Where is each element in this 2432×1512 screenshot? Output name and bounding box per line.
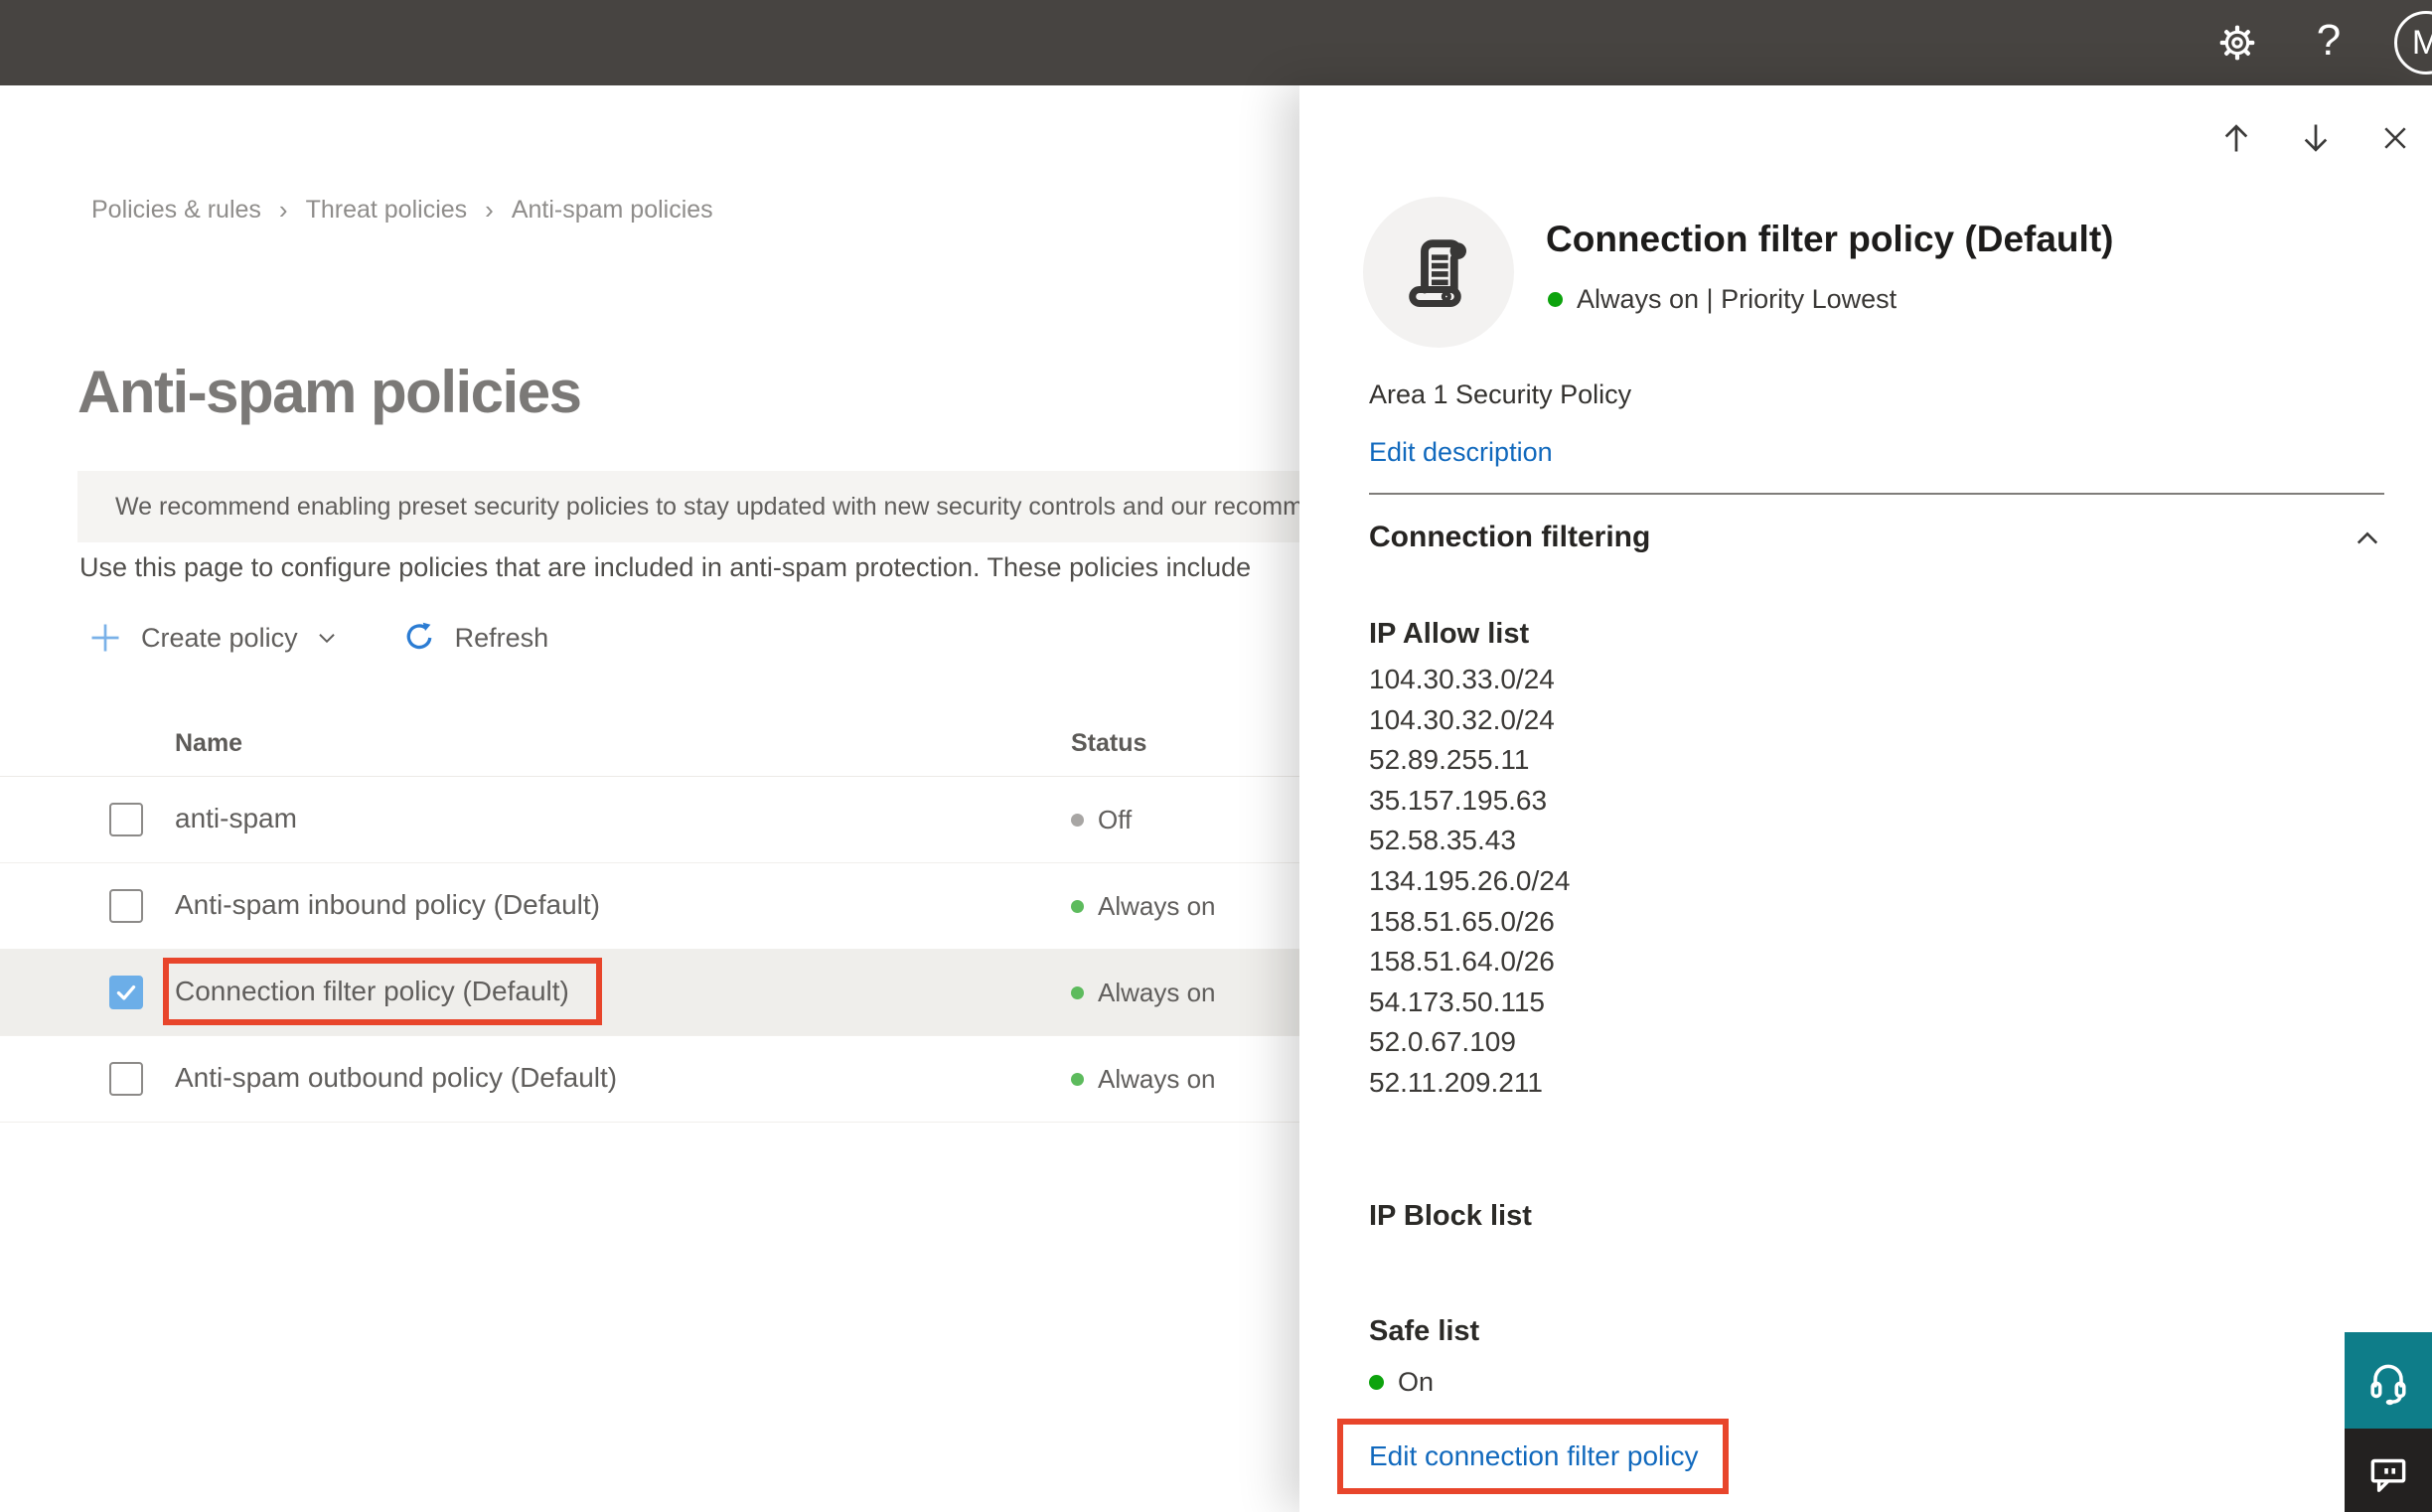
support-button[interactable] xyxy=(2345,1332,2432,1429)
table-row-selected[interactable]: Connection filter policy (Default) Alway… xyxy=(0,950,1299,1036)
ip-entry: 158.51.64.0/26 xyxy=(1369,946,1555,978)
safe-list-status: On xyxy=(1369,1367,1434,1398)
refresh-button[interactable]: Refresh xyxy=(401,620,549,656)
close-panel-button[interactable] xyxy=(2376,119,2414,157)
policy-details-panel: Connection filter policy (Default) Alway… xyxy=(1299,85,2432,1512)
policy-description: Area 1 Security Policy xyxy=(1369,379,1632,409)
toolbar: Create policy Refresh xyxy=(87,608,548,668)
scroll-policy-icon xyxy=(1409,239,1467,307)
gear-icon xyxy=(2219,25,2255,61)
policy-status: Always on xyxy=(1071,891,1216,922)
policy-status: Always on xyxy=(1071,978,1216,1008)
ip-entry: 104.30.33.0/24 xyxy=(1369,664,1555,694)
annotation-highlight-box: Edit connection filter policy xyxy=(1337,1419,1729,1494)
status-label: Always on xyxy=(1098,891,1216,921)
check-icon xyxy=(116,984,136,1000)
row-checkbox[interactable] xyxy=(109,803,143,836)
help-button[interactable]: ? xyxy=(2303,13,2355,69)
status-dot xyxy=(1071,900,1084,913)
policy-name[interactable]: Anti-spam outbound policy (Default) xyxy=(175,1062,617,1094)
ip-allow-list-heading: IP Allow list xyxy=(1369,618,1530,650)
section-title: Connection filtering xyxy=(1369,521,1651,553)
ip-entry: 54.173.50.115 xyxy=(1369,985,1545,1017)
ip-entry: 104.30.32.0/24 xyxy=(1369,703,1555,735)
arrow-up-icon xyxy=(2224,124,2248,152)
create-policy-label: Create policy xyxy=(141,622,298,653)
avatar[interactable]: M xyxy=(2394,11,2432,75)
status-dot xyxy=(1548,292,1563,307)
ip-entry: 35.157.195.63 xyxy=(1369,784,1548,816)
panel-status-line: Always on | Priority Lowest xyxy=(1548,284,1897,315)
plus-icon xyxy=(91,624,119,652)
ip-entry: 52.0.67.109 xyxy=(1369,1026,1516,1058)
close-icon xyxy=(2384,127,2406,149)
column-header-name[interactable]: Name xyxy=(175,729,242,758)
status-label: Always on xyxy=(1098,1064,1216,1094)
status-dot xyxy=(1071,814,1084,827)
chat-bubble-icon xyxy=(2370,1458,2406,1492)
policy-name[interactable]: anti-spam xyxy=(175,803,297,834)
column-header-status[interactable]: Status xyxy=(1071,729,1146,758)
breadcrumb-separator-icon: › xyxy=(485,195,494,225)
connection-filtering-section-header[interactable]: Connection filtering xyxy=(1369,521,2384,564)
next-item-button[interactable] xyxy=(2297,119,2335,157)
panel-controls xyxy=(2217,119,2414,157)
create-policy-button[interactable]: Create policy xyxy=(87,620,340,656)
policy-icon-circle xyxy=(1363,197,1514,348)
screen: ? M Policies & rules › Threat policies ›… xyxy=(0,0,2432,1512)
feedback-chat-button[interactable] xyxy=(2345,1429,2432,1512)
previous-item-button[interactable] xyxy=(2217,119,2255,157)
policy-status: Always on xyxy=(1071,1064,1216,1095)
settings-button[interactable] xyxy=(2211,17,2263,69)
panel-status-text: Always on | Priority Lowest xyxy=(1577,284,1898,314)
breadcrumb-threat-policies[interactable]: Threat policies xyxy=(306,196,468,225)
ip-entry: 52.89.255.11 xyxy=(1369,744,1530,776)
ip-entry: 134.195.26.0/24 xyxy=(1369,864,1571,896)
avatar-initial: M xyxy=(2411,23,2432,62)
ip-entry: 52.11.209.211 xyxy=(1369,1066,1543,1098)
policy-status: Off xyxy=(1071,805,1132,835)
ip-allow-list: 104.30.33.0/24 104.30.32.0/24 52.89.255.… xyxy=(1369,660,1570,1104)
topbar: ? M xyxy=(0,0,2432,85)
breadcrumb-policies-rules[interactable]: Policies & rules xyxy=(91,196,261,225)
status-dot xyxy=(1369,1375,1384,1390)
panel-title: Connection filter policy (Default) xyxy=(1546,219,2114,259)
table-row[interactable]: anti-spam Off xyxy=(0,777,1299,863)
ip-block-list-heading: IP Block list xyxy=(1369,1200,1532,1232)
row-checkbox[interactable] xyxy=(109,889,143,923)
recommendation-banner: We recommend enabling preset security po… xyxy=(77,471,1299,542)
table-header: Name Status xyxy=(0,705,1299,777)
chevron-down-icon xyxy=(318,634,335,644)
breadcrumb: Policies & rules › Threat policies › Ant… xyxy=(91,195,713,226)
policy-name[interactable]: Connection filter policy (Default) xyxy=(175,976,569,1007)
status-dot xyxy=(1071,986,1084,999)
edit-description-link[interactable]: Edit description xyxy=(1369,437,1553,468)
arrow-down-icon xyxy=(2304,124,2328,152)
status-dot xyxy=(1071,1073,1084,1086)
ip-entry: 52.58.35.43 xyxy=(1369,825,1516,856)
help-icon: ? xyxy=(2316,16,2342,65)
safe-list-heading: Safe list xyxy=(1369,1315,1480,1347)
policies-table: Name Status anti-spam Off Anti-spam inbo… xyxy=(0,705,1299,1123)
status-label: Always on xyxy=(1098,978,1216,1007)
ip-entry: 158.51.65.0/26 xyxy=(1369,905,1555,937)
row-checkbox[interactable] xyxy=(109,976,143,1009)
breadcrumb-current-page: Anti-spam policies xyxy=(511,196,713,224)
refresh-label: Refresh xyxy=(454,622,549,653)
page-title: Anti-spam policies xyxy=(77,359,582,426)
edit-connection-filter-policy-link[interactable]: Edit connection filter policy xyxy=(1369,1440,1699,1472)
page-description: Use this page to configure policies that… xyxy=(79,552,1252,582)
breadcrumb-separator-icon: › xyxy=(278,195,288,225)
chevron-up-icon xyxy=(2356,531,2378,544)
table-row[interactable]: Anti-spam inbound policy (Default) Alway… xyxy=(0,863,1299,950)
policy-name[interactable]: Anti-spam inbound policy (Default) xyxy=(175,889,600,921)
panel-divider xyxy=(1369,493,2384,495)
row-checkbox[interactable] xyxy=(109,1062,143,1096)
status-label: Off xyxy=(1098,805,1133,834)
table-row[interactable]: Anti-spam outbound policy (Default) Alwa… xyxy=(0,1036,1299,1123)
banner-text: We recommend enabling preset security po… xyxy=(115,492,1299,521)
safe-list-value: On xyxy=(1398,1367,1435,1397)
refresh-icon xyxy=(406,622,432,650)
headset-icon xyxy=(2370,1364,2406,1405)
